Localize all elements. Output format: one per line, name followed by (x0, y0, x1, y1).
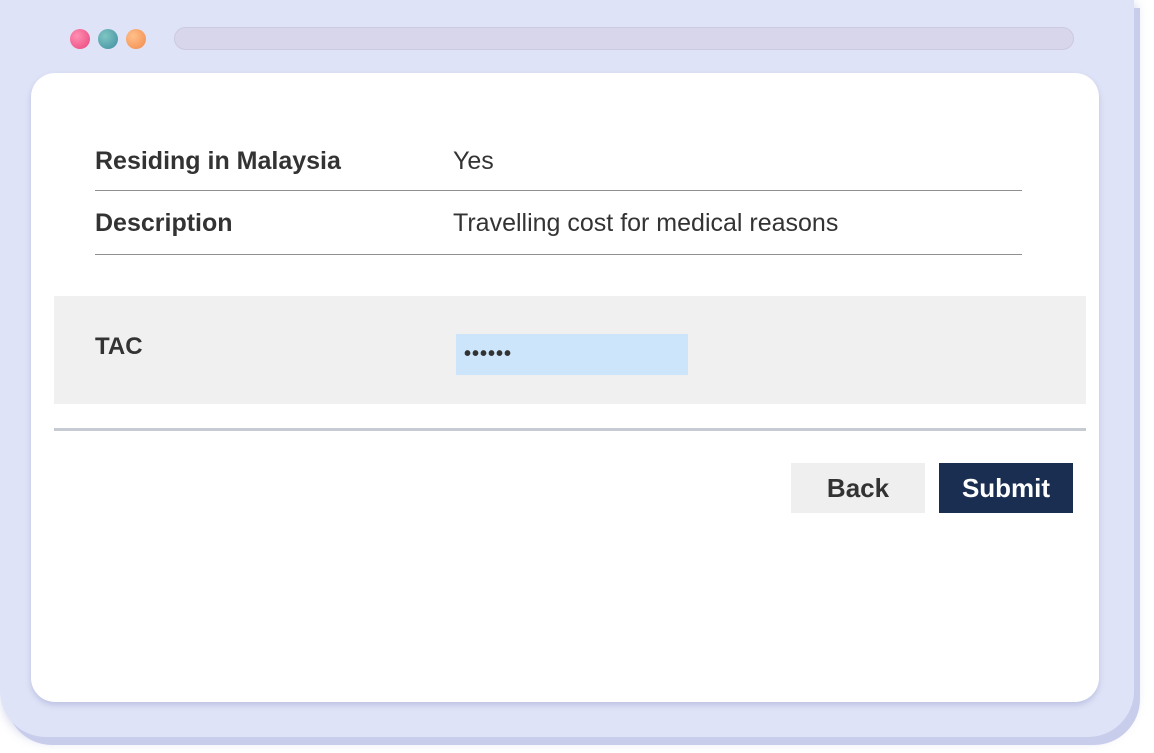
detail-row-residing: Residing in Malaysia Yes (95, 127, 1022, 191)
tac-label: TAC (95, 333, 143, 360)
submit-button[interactable]: Submit (939, 463, 1073, 513)
tac-input[interactable] (456, 334, 688, 375)
close-dot-icon[interactable] (70, 29, 90, 49)
detail-value: Travelling cost for medical reasons (453, 209, 839, 237)
minimize-dot-icon[interactable] (98, 29, 118, 49)
section-divider (54, 428, 1086, 431)
detail-label: Residing in Malaysia (95, 147, 341, 175)
content-card: Residing in Malaysia Yes Description Tra… (31, 73, 1099, 702)
tac-panel: TAC (54, 296, 1086, 404)
detail-value: Yes (453, 147, 494, 175)
detail-label: Description (95, 209, 233, 237)
back-button[interactable]: Back (791, 463, 925, 513)
window-controls (70, 29, 146, 49)
browser-frame: Residing in Malaysia Yes Description Tra… (0, 0, 1134, 737)
maximize-dot-icon[interactable] (126, 29, 146, 49)
address-bar[interactable] (174, 27, 1074, 50)
detail-row-description: Description Travelling cost for medical … (95, 190, 1022, 255)
